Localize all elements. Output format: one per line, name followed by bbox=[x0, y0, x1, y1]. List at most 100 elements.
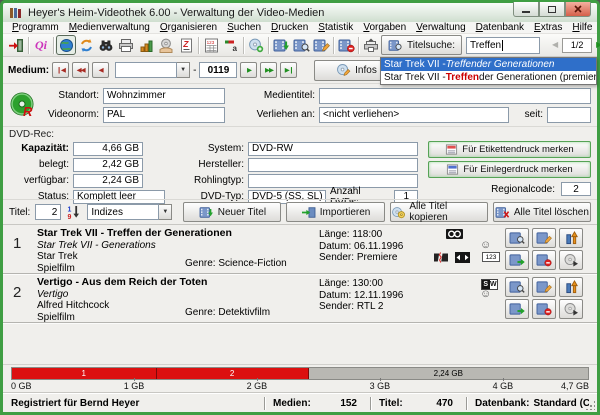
capacity-scale: 0 GB 1 GB 2 GB 3 GB 4 GB 4,7 GB bbox=[11, 380, 589, 391]
titlebar: Heyer's Heim-Videothek 6.00 - Verwaltung… bbox=[3, 3, 597, 22]
toolbar-print-button[interactable] bbox=[116, 35, 136, 55]
titelsuche-button[interactable]: Titelsuche: bbox=[381, 35, 462, 55]
neuer-titel-button[interactable]: Neuer Titel bbox=[183, 202, 281, 222]
maximize-button[interactable] bbox=[539, 2, 565, 17]
menu-statistik[interactable]: Statistik bbox=[313, 22, 358, 34]
einlegerdruck-button[interactable]: Für Einlegerdruck merken bbox=[428, 161, 591, 178]
close-button[interactable] bbox=[565, 2, 591, 17]
medium-dash: - bbox=[193, 65, 196, 76]
toolbar-add-medium-button[interactable] bbox=[246, 35, 266, 55]
title-text-block: Vertigo - Aus dem Reich der Toten Vertig… bbox=[37, 277, 207, 323]
regionalcode-field[interactable]: 2 bbox=[561, 182, 591, 196]
toolbar-numbering-button[interactable]: 123 bbox=[201, 35, 221, 55]
title-search-group: Titelsuche: Treffen ◀ 1/2 ▶ bbox=[381, 35, 600, 55]
title-play-button[interactable] bbox=[559, 250, 583, 270]
etikettendruck-button[interactable]: Für Etikettendruck merken bbox=[428, 141, 591, 158]
film-delete-icon bbox=[536, 253, 552, 267]
title-row-2[interactable]: 2 Vertigo - Aus dem Reich der Toten Vert… bbox=[3, 274, 597, 323]
toolbar-new-title-button[interactable] bbox=[271, 35, 291, 55]
menu-organisieren[interactable]: Organisieren bbox=[155, 22, 222, 34]
medium-prev-page-button[interactable]: ◀◀ bbox=[72, 62, 89, 78]
title-stats-button[interactable] bbox=[559, 277, 583, 297]
search-next-button[interactable]: ▶ bbox=[596, 41, 600, 49]
title-stats-button[interactable] bbox=[559, 228, 583, 248]
toolbar-search-button[interactable] bbox=[96, 35, 116, 55]
search-result-item[interactable]: Star Trek VII - Treffen der Generationen… bbox=[381, 71, 596, 84]
sender-label: Sender: bbox=[319, 252, 354, 263]
minimize-button[interactable] bbox=[513, 2, 539, 17]
system-field[interactable]: DVD-RW bbox=[248, 142, 418, 156]
search-prev-button[interactable]: ◀ bbox=[552, 41, 558, 49]
toolbar-print-list-button[interactable] bbox=[361, 35, 381, 55]
medium-combo[interactable]: ▼ bbox=[115, 62, 190, 78]
title-search-input[interactable]: Treffen bbox=[466, 37, 540, 54]
toolbar-sort-button[interactable]: a bbox=[221, 35, 241, 55]
title-row-1[interactable]: 1 Star Trek VII - Treffen der Generation… bbox=[3, 225, 597, 274]
svg-text:R: R bbox=[23, 104, 33, 119]
title-info-block: Länge: 130:00 Datum: 12.11.1996 Sender: … bbox=[319, 278, 403, 313]
title-edit-button[interactable] bbox=[532, 277, 556, 297]
menu-medienverwaltung[interactable]: Medienverwaltung bbox=[64, 22, 155, 34]
toolbar-find-title-button[interactable] bbox=[291, 35, 311, 55]
medium-next-page-button[interactable]: ▶▶ bbox=[260, 62, 277, 78]
menu-programm[interactable]: Programm bbox=[7, 22, 64, 34]
search-result-item-selected[interactable]: Star Trek VII - Treffen der Generationen bbox=[381, 58, 596, 71]
toolbar-exit-button[interactable] bbox=[6, 35, 26, 55]
chevron-down-icon[interactable]: ▼ bbox=[177, 62, 190, 78]
medium-next-button[interactable]: ▶ bbox=[240, 62, 257, 78]
film-delete-icon bbox=[536, 302, 552, 316]
menu-vorgaben[interactable]: Vorgaben bbox=[358, 22, 411, 34]
medium-prev-button[interactable]: ◀ bbox=[92, 62, 109, 78]
titel-count-label: Titel: bbox=[379, 398, 403, 409]
toolbar-qi-button[interactable]: Qi bbox=[31, 35, 51, 55]
result-match: Treffen bbox=[446, 72, 479, 83]
result-prefix: Star Trek VII - bbox=[384, 59, 446, 70]
menu-extras[interactable]: Extras bbox=[529, 22, 567, 34]
title-delete-button[interactable] bbox=[532, 299, 556, 319]
alle-titel-kopieren-button[interactable]: Alle Titel kopieren bbox=[390, 202, 488, 222]
title-move-button[interactable] bbox=[505, 250, 529, 270]
search-result-dropdown: Star Trek VII - Treffen der Generationen… bbox=[380, 57, 597, 85]
toolbar-edit-title-button[interactable] bbox=[311, 35, 331, 55]
medientitel-field[interactable] bbox=[319, 88, 591, 104]
menu-verwaltung[interactable]: Verwaltung bbox=[411, 22, 470, 34]
numeric-sort-icon[interactable]: 19 bbox=[66, 204, 82, 220]
toolbar-web-button[interactable] bbox=[56, 35, 76, 55]
printer-icon bbox=[118, 38, 134, 53]
bar-arrow-icon bbox=[564, 280, 579, 294]
title-move-button[interactable] bbox=[505, 299, 529, 319]
menu-suchen[interactable]: Suchen bbox=[222, 22, 266, 34]
toolbar-delete-title-button[interactable] bbox=[336, 35, 356, 55]
hersteller-field[interactable] bbox=[248, 158, 418, 172]
medium-number-input[interactable]: 0119 bbox=[199, 62, 237, 78]
menu-hilfe[interactable]: Hilfe bbox=[567, 22, 597, 34]
toolbar-medium-info-button[interactable] bbox=[156, 35, 176, 55]
toolbar-statistics-button[interactable] bbox=[136, 35, 156, 55]
standort-field[interactable]: Wohnzimmer bbox=[103, 88, 225, 104]
medium-last-button[interactable]: ▶❙ bbox=[280, 62, 297, 78]
indizes-combo[interactable]: Indizes▼ bbox=[87, 204, 172, 220]
indizes-combo-value: Indizes bbox=[87, 204, 159, 220]
system-label: System: bbox=[178, 143, 244, 154]
title-preview-button[interactable] bbox=[505, 277, 529, 297]
verliehen-field[interactable]: <nicht verliehen> bbox=[319, 107, 509, 123]
title-preview-button[interactable] bbox=[505, 228, 529, 248]
toolbar-refresh-button[interactable] bbox=[76, 35, 96, 55]
videonorm-field[interactable]: PAL bbox=[103, 107, 225, 123]
medien-count: Medien:152 bbox=[273, 398, 363, 409]
importieren-button[interactable]: Importieren bbox=[286, 202, 384, 222]
result-prefix: Star Trek VII - bbox=[384, 72, 446, 83]
svg-text:Z: Z bbox=[182, 39, 189, 49]
medium-first-button[interactable]: ❙◀ bbox=[52, 62, 69, 78]
seit-field[interactable] bbox=[547, 107, 591, 123]
alle-titel-loeschen-button[interactable]: Alle Titel löschen bbox=[493, 202, 591, 222]
datum-label: Datum: bbox=[319, 241, 351, 252]
chevron-down-icon[interactable]: ▼ bbox=[159, 204, 172, 220]
medium-label: Medium: bbox=[8, 65, 49, 76]
menu-datenbank[interactable]: Datenbank bbox=[471, 22, 529, 34]
title-play-button[interactable] bbox=[559, 299, 583, 319]
toolbar-videolist-button[interactable]: Z bbox=[176, 35, 196, 55]
menu-drucken[interactable]: Drucken bbox=[266, 22, 313, 34]
title-delete-button[interactable] bbox=[532, 250, 556, 270]
title-edit-button[interactable] bbox=[532, 228, 556, 248]
